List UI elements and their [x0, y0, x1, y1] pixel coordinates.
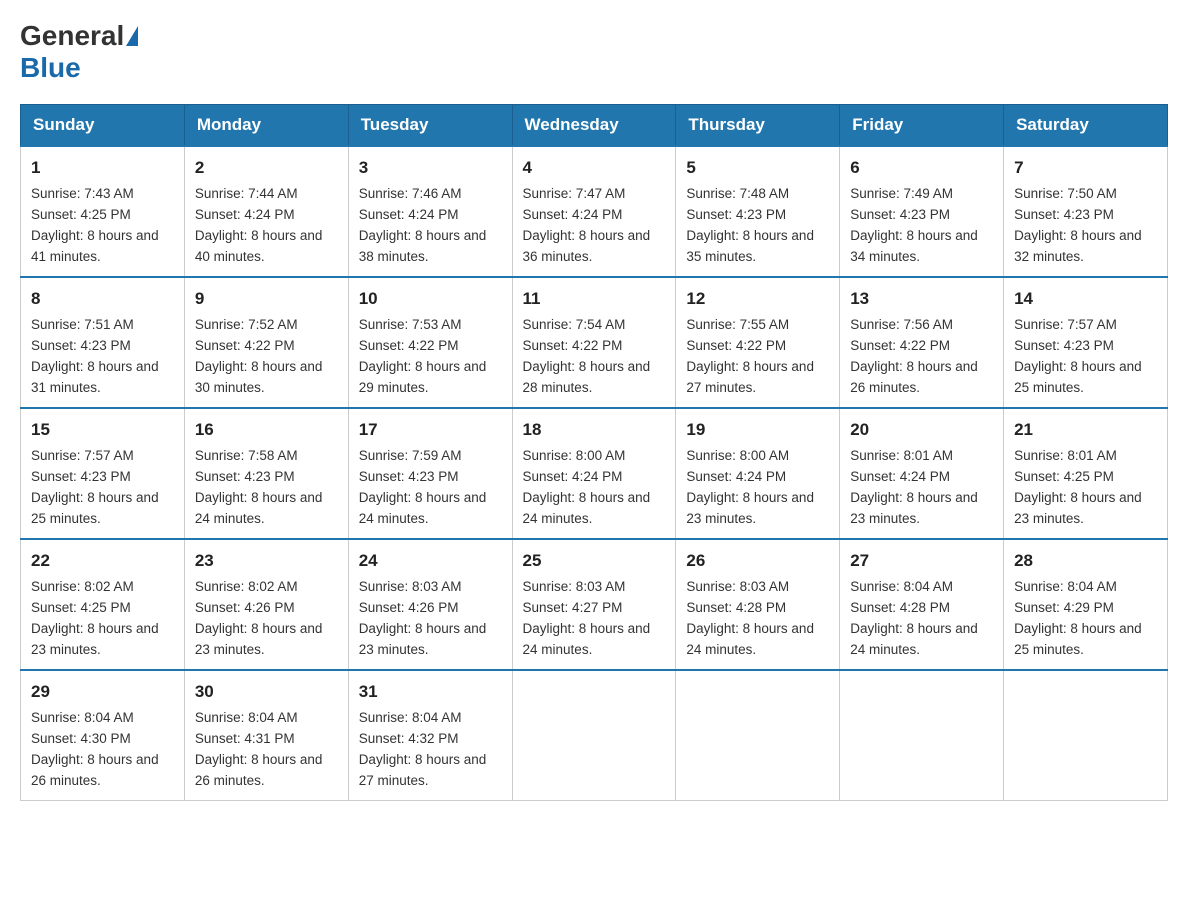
calendar-cell: 12Sunrise: 7:55 AMSunset: 4:22 PMDayligh…	[676, 277, 840, 408]
calendar-cell: 3Sunrise: 7:46 AMSunset: 4:24 PMDaylight…	[348, 146, 512, 277]
page-header: General Blue	[20, 20, 1168, 84]
logo-blue-text: Blue	[20, 52, 81, 84]
calendar-week-row: 22Sunrise: 8:02 AMSunset: 4:25 PMDayligh…	[21, 539, 1168, 670]
calendar-cell	[512, 670, 676, 801]
calendar-week-row: 29Sunrise: 8:04 AMSunset: 4:30 PMDayligh…	[21, 670, 1168, 801]
day-number: 25	[523, 548, 666, 574]
day-number: 15	[31, 417, 174, 443]
calendar-cell: 28Sunrise: 8:04 AMSunset: 4:29 PMDayligh…	[1004, 539, 1168, 670]
calendar-cell: 11Sunrise: 7:54 AMSunset: 4:22 PMDayligh…	[512, 277, 676, 408]
calendar-cell: 24Sunrise: 8:03 AMSunset: 4:26 PMDayligh…	[348, 539, 512, 670]
calendar-cell: 1Sunrise: 7:43 AMSunset: 4:25 PMDaylight…	[21, 146, 185, 277]
day-number: 30	[195, 679, 338, 705]
calendar-cell: 16Sunrise: 7:58 AMSunset: 4:23 PMDayligh…	[184, 408, 348, 539]
day-number: 2	[195, 155, 338, 181]
calendar-cell: 8Sunrise: 7:51 AMSunset: 4:23 PMDaylight…	[21, 277, 185, 408]
weekday-header-sunday: Sunday	[21, 105, 185, 147]
day-number: 23	[195, 548, 338, 574]
day-number: 8	[31, 286, 174, 312]
day-number: 22	[31, 548, 174, 574]
day-number: 18	[523, 417, 666, 443]
calendar-cell: 4Sunrise: 7:47 AMSunset: 4:24 PMDaylight…	[512, 146, 676, 277]
calendar-cell: 5Sunrise: 7:48 AMSunset: 4:23 PMDaylight…	[676, 146, 840, 277]
calendar-cell: 22Sunrise: 8:02 AMSunset: 4:25 PMDayligh…	[21, 539, 185, 670]
calendar-cell: 19Sunrise: 8:00 AMSunset: 4:24 PMDayligh…	[676, 408, 840, 539]
calendar-cell: 14Sunrise: 7:57 AMSunset: 4:23 PMDayligh…	[1004, 277, 1168, 408]
calendar-table: SundayMondayTuesdayWednesdayThursdayFrid…	[20, 104, 1168, 801]
calendar-cell: 9Sunrise: 7:52 AMSunset: 4:22 PMDaylight…	[184, 277, 348, 408]
day-number: 29	[31, 679, 174, 705]
logo: General Blue	[20, 20, 140, 84]
calendar-week-row: 15Sunrise: 7:57 AMSunset: 4:23 PMDayligh…	[21, 408, 1168, 539]
day-number: 20	[850, 417, 993, 443]
calendar-week-row: 8Sunrise: 7:51 AMSunset: 4:23 PMDaylight…	[21, 277, 1168, 408]
weekday-header-tuesday: Tuesday	[348, 105, 512, 147]
calendar-cell: 23Sunrise: 8:02 AMSunset: 4:26 PMDayligh…	[184, 539, 348, 670]
logo-general-text: General	[20, 20, 124, 52]
day-number: 21	[1014, 417, 1157, 443]
calendar-cell: 6Sunrise: 7:49 AMSunset: 4:23 PMDaylight…	[840, 146, 1004, 277]
day-number: 12	[686, 286, 829, 312]
day-number: 6	[850, 155, 993, 181]
day-number: 7	[1014, 155, 1157, 181]
calendar-cell: 31Sunrise: 8:04 AMSunset: 4:32 PMDayligh…	[348, 670, 512, 801]
calendar-cell: 27Sunrise: 8:04 AMSunset: 4:28 PMDayligh…	[840, 539, 1004, 670]
day-number: 26	[686, 548, 829, 574]
day-number: 27	[850, 548, 993, 574]
calendar-cell: 18Sunrise: 8:00 AMSunset: 4:24 PMDayligh…	[512, 408, 676, 539]
day-number: 1	[31, 155, 174, 181]
logo-text: General	[20, 20, 140, 52]
day-number: 28	[1014, 548, 1157, 574]
day-number: 17	[359, 417, 502, 443]
calendar-cell: 17Sunrise: 7:59 AMSunset: 4:23 PMDayligh…	[348, 408, 512, 539]
calendar-cell: 26Sunrise: 8:03 AMSunset: 4:28 PMDayligh…	[676, 539, 840, 670]
day-number: 11	[523, 286, 666, 312]
calendar-header-row: SundayMondayTuesdayWednesdayThursdayFrid…	[21, 105, 1168, 147]
day-number: 5	[686, 155, 829, 181]
calendar-cell: 25Sunrise: 8:03 AMSunset: 4:27 PMDayligh…	[512, 539, 676, 670]
weekday-header-friday: Friday	[840, 105, 1004, 147]
logo-triangle-icon	[126, 26, 138, 46]
day-number: 3	[359, 155, 502, 181]
day-number: 4	[523, 155, 666, 181]
calendar-cell: 20Sunrise: 8:01 AMSunset: 4:24 PMDayligh…	[840, 408, 1004, 539]
calendar-cell: 2Sunrise: 7:44 AMSunset: 4:24 PMDaylight…	[184, 146, 348, 277]
weekday-header-monday: Monday	[184, 105, 348, 147]
day-number: 9	[195, 286, 338, 312]
weekday-header-wednesday: Wednesday	[512, 105, 676, 147]
calendar-cell: 7Sunrise: 7:50 AMSunset: 4:23 PMDaylight…	[1004, 146, 1168, 277]
day-number: 16	[195, 417, 338, 443]
calendar-cell: 21Sunrise: 8:01 AMSunset: 4:25 PMDayligh…	[1004, 408, 1168, 539]
day-number: 14	[1014, 286, 1157, 312]
calendar-cell: 29Sunrise: 8:04 AMSunset: 4:30 PMDayligh…	[21, 670, 185, 801]
day-number: 24	[359, 548, 502, 574]
calendar-cell	[1004, 670, 1168, 801]
calendar-cell: 10Sunrise: 7:53 AMSunset: 4:22 PMDayligh…	[348, 277, 512, 408]
calendar-cell: 13Sunrise: 7:56 AMSunset: 4:22 PMDayligh…	[840, 277, 1004, 408]
day-number: 10	[359, 286, 502, 312]
calendar-week-row: 1Sunrise: 7:43 AMSunset: 4:25 PMDaylight…	[21, 146, 1168, 277]
weekday-header-thursday: Thursday	[676, 105, 840, 147]
day-number: 13	[850, 286, 993, 312]
calendar-cell: 30Sunrise: 8:04 AMSunset: 4:31 PMDayligh…	[184, 670, 348, 801]
day-number: 31	[359, 679, 502, 705]
calendar-cell	[676, 670, 840, 801]
calendar-cell: 15Sunrise: 7:57 AMSunset: 4:23 PMDayligh…	[21, 408, 185, 539]
weekday-header-saturday: Saturday	[1004, 105, 1168, 147]
calendar-cell	[840, 670, 1004, 801]
day-number: 19	[686, 417, 829, 443]
